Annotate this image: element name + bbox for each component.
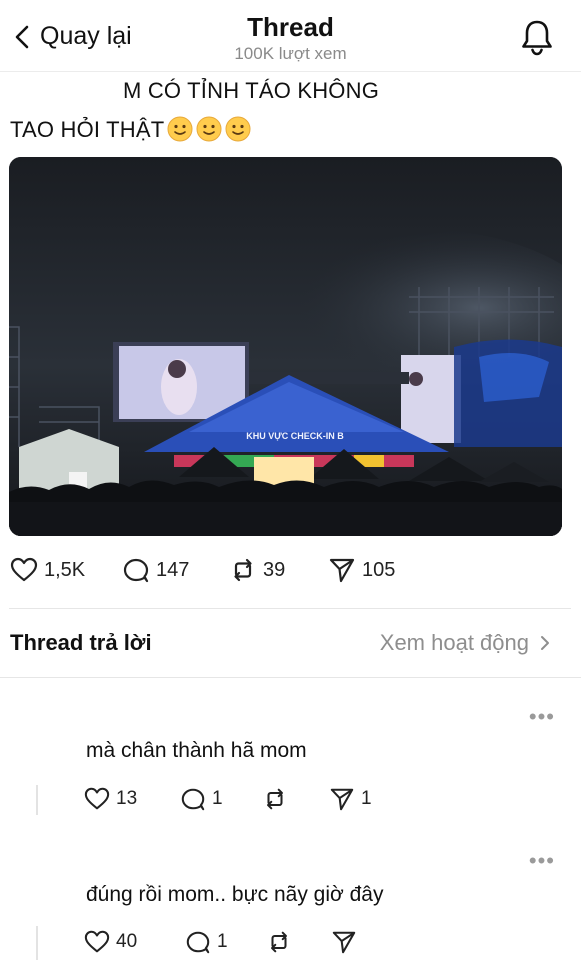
post-text-line2-label: TAO HỎI THẬT — [10, 117, 165, 142]
share-count: 105 — [362, 558, 396, 581]
bell-icon[interactable] — [519, 18, 555, 56]
repost-icon — [271, 931, 287, 953]
post-text-line2: TAO HỎI THẬT — [10, 116, 251, 143]
page-title: Thread — [247, 12, 334, 42]
send-icon — [330, 788, 354, 811]
reply-share-button[interactable]: 1 — [329, 786, 372, 812]
heart-icon — [84, 787, 110, 810]
reply-repost-button[interactable] — [266, 929, 298, 955]
reply-text: mà chân thành hã mom — [86, 739, 307, 762]
reply-comment-button[interactable]: 1 — [185, 929, 228, 955]
reply-like-count: 40 — [116, 931, 138, 952]
view-activity-label: Xem hoạt động — [379, 630, 529, 655]
chevron-right-icon — [541, 636, 549, 650]
reply-comment-button[interactable]: 1 — [180, 786, 223, 812]
reply-share-button[interactable] — [331, 929, 363, 955]
reply-comment-count: 1 — [217, 931, 228, 952]
smile-emoji-icon — [164, 116, 193, 142]
repost-count: 39 — [263, 558, 286, 581]
reply-text: đúng rồi mom.. bực nãy giờ đây — [86, 883, 384, 906]
send-icon — [329, 558, 355, 583]
like-button[interactable]: 1,5K — [10, 556, 85, 584]
like-count: 1,5K — [44, 558, 86, 581]
thread-line — [36, 926, 38, 960]
reply-like-button[interactable]: 13 — [84, 786, 137, 812]
reply-like-button[interactable]: 40 — [84, 929, 137, 955]
more-icon[interactable]: ••• — [529, 850, 555, 872]
reply-share-count: 1 — [361, 788, 372, 809]
view-count: 100K lượt xem — [234, 44, 347, 63]
reply-comment-count: 1 — [212, 788, 223, 809]
comment-icon — [123, 558, 149, 583]
reply-button[interactable]: 147 — [122, 556, 189, 584]
heart-icon — [84, 930, 110, 953]
top-bar: Quay lại Thread 100K lượt xem — [0, 0, 581, 72]
post-actions: 1,5K 147 39 105 — [10, 556, 570, 592]
post-text-line1: M CÓ TỈNH TÁO KHÔNG — [123, 78, 380, 103]
smile-emoji-icon — [193, 116, 222, 142]
share-button[interactable]: 105 — [328, 556, 395, 584]
concert-scene-image: KHU VỰC CHECK-IN B — [9, 157, 562, 536]
repost-icon — [234, 558, 252, 582]
repost-button[interactable]: 39 — [229, 556, 285, 584]
thread-line — [36, 785, 38, 815]
send-icon — [332, 931, 356, 954]
divider — [9, 608, 571, 609]
comment-icon — [181, 788, 205, 811]
repost-icon — [267, 788, 283, 810]
reply-count: 147 — [156, 558, 190, 581]
replies-heading: Thread trả lời — [10, 630, 152, 655]
view-activity-link[interactable]: Xem hoạt động — [380, 630, 551, 656]
smile-emoji-icon — [222, 116, 251, 142]
post-photo[interactable]: KHU VỰC CHECK-IN B — [9, 157, 562, 536]
divider — [0, 677, 581, 678]
reply-repost-button[interactable] — [262, 786, 294, 812]
reply-like-count: 13 — [116, 788, 138, 809]
comment-icon — [186, 931, 210, 954]
more-icon[interactable]: ••• — [529, 706, 555, 728]
banner-text: KHU VỰC CHECK-IN B — [246, 431, 344, 441]
heart-icon — [10, 557, 38, 582]
